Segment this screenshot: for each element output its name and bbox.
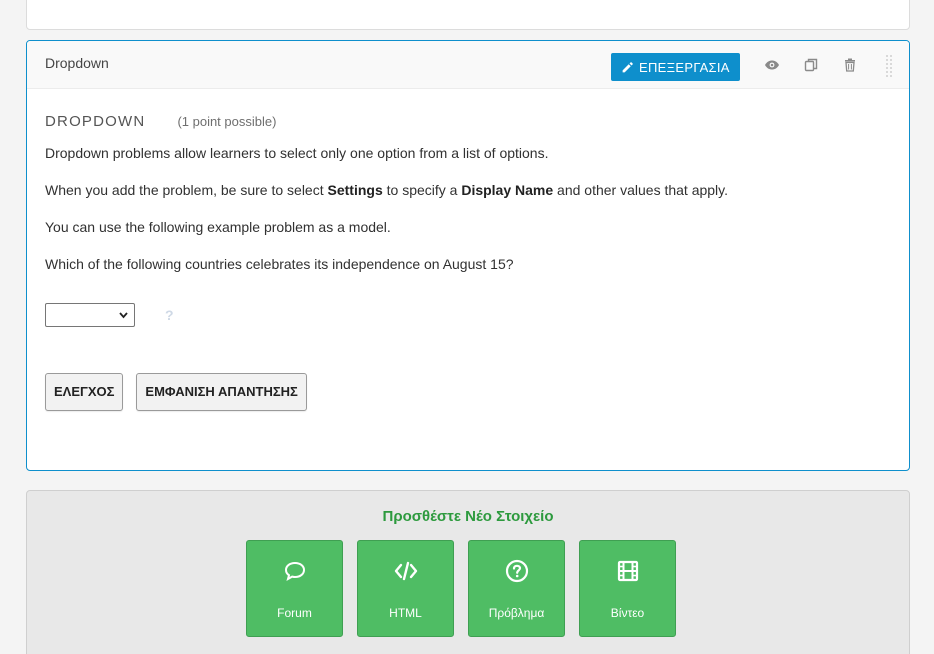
answer-status-icon: ? <box>165 306 174 323</box>
add-video-button[interactable]: Βίντεο <box>579 540 676 637</box>
add-html-button[interactable]: HTML <box>357 540 454 637</box>
check-button[interactable]: ΕΛΕΓΧΟΣ <box>45 372 124 411</box>
add-new-title: Προσθέστε Νέο Στοιχείο <box>382 508 554 525</box>
drag-handle-icon[interactable] <box>885 54 893 78</box>
answer-dropdown[interactable] <box>45 302 135 327</box>
previous-component-card <box>26 0 910 30</box>
edit-button-label: ΕΠΕΞΕΡΓΑΣΙΑ <box>639 59 730 75</box>
dropdown-component: Dropdown ΕΠΕΞΕΡΓΑΣΙΑ DROPDOWN (1 point p… <box>26 40 910 471</box>
code-icon <box>394 561 418 581</box>
instructions-settings: Settings <box>327 181 383 198</box>
problem-body: DROPDOWN (1 point possible) Dropdown pro… <box>27 89 909 411</box>
add-forum-label: Forum <box>277 606 312 620</box>
film-icon <box>617 560 639 582</box>
add-video-label: Βίντεο <box>610 606 645 620</box>
instructions-text-1: When you add the problem, be sure to sel… <box>45 181 328 198</box>
problem-description: Dropdown problems allow learners to sele… <box>45 145 549 161</box>
question-circle-icon <box>505 559 529 583</box>
instructions-text-2: to specify a <box>382 181 462 198</box>
add-problem-button[interactable]: Πρόβλημα <box>468 540 565 637</box>
problem-points: (1 point possible) <box>177 114 277 129</box>
duplicate-icon[interactable] <box>803 57 819 73</box>
show-answer-button[interactable]: ΕΜΦΑΝΙΣΗ ΑΠΑΝΤΗΣΗΣ <box>136 372 307 411</box>
eye-icon[interactable] <box>764 57 780 73</box>
problem-title: DROPDOWN <box>45 113 146 130</box>
problem-instructions: When you add the problem, be sure to sel… <box>45 181 891 200</box>
chevron-down-icon <box>119 311 128 318</box>
add-problem-label: Πρόβλημα <box>488 606 545 620</box>
edit-button[interactable]: ΕΠΕΞΕΡΓΑΣΙΑ <box>611 53 740 81</box>
pencil-icon <box>622 61 633 72</box>
add-new-component-panel: Προσθέστε Νέο Στοιχείο Forum HTML Πρόβλη… <box>26 490 910 654</box>
component-title: Dropdown <box>45 55 109 71</box>
delete-icon[interactable] <box>842 57 858 73</box>
add-html-label: HTML <box>389 606 422 620</box>
chat-bubble-icon <box>284 561 306 582</box>
problem-question: Which of the following countries celebra… <box>45 255 514 272</box>
add-forum-button[interactable]: Forum <box>246 540 343 637</box>
instructions-text-3: and other values that apply. <box>553 181 729 198</box>
problem-example-note: You can use the following example proble… <box>45 218 391 235</box>
component-header: Dropdown ΕΠΕΞΕΡΓΑΣΙΑ <box>27 41 909 89</box>
instructions-display-name: Display Name <box>461 181 554 198</box>
